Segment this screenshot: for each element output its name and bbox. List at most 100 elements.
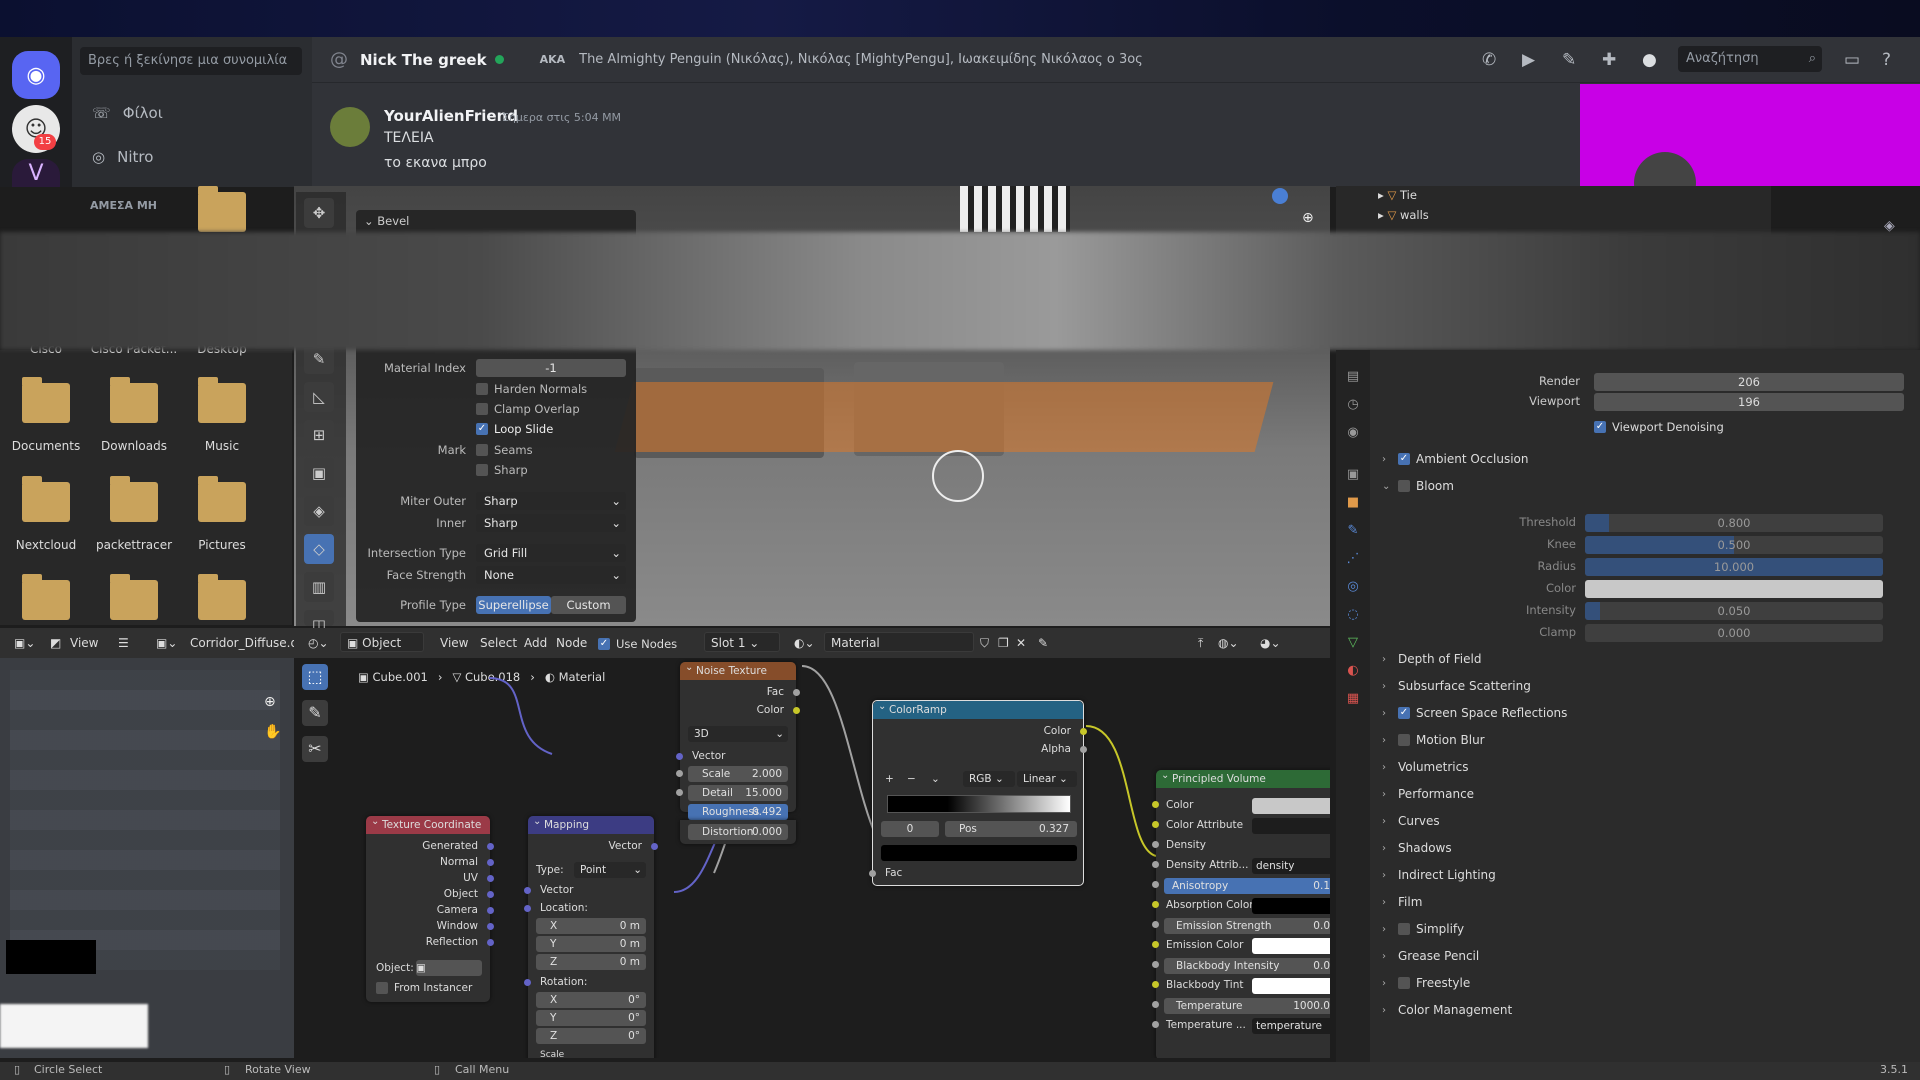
editor-type-icon[interactable]: ◴⌄ — [302, 633, 335, 653]
node-node-menu[interactable]: Node — [550, 633, 593, 653]
output-socket[interactable] — [487, 939, 494, 946]
node-editor-canvas[interactable]: ⬚ ✎ ✂ ▣ Cube.001 › ▽ Cube.018 › ◐ Material… — [294, 658, 1330, 1058]
input-socket[interactable] — [1152, 861, 1159, 868]
outliner-row-tie[interactable]: ▸ ▽ Tie — [1378, 188, 1417, 202]
server-v-icon[interactable]: V — [12, 159, 60, 187]
bevel-panel-title[interactable]: ⌄ Bevel — [364, 214, 409, 228]
constraints-tab-icon[interactable]: ◌ — [1344, 606, 1362, 624]
color-ramp-gradient[interactable] — [887, 795, 1071, 813]
input-socket[interactable] — [869, 870, 876, 877]
folder-icon[interactable] — [110, 574, 158, 620]
uv-view-menu[interactable]: View — [64, 633, 104, 653]
section-checkbox[interactable] — [1398, 734, 1410, 746]
add-stop-icon[interactable]: + — [885, 773, 894, 785]
input-socket[interactable] — [1152, 981, 1159, 988]
loopcut-tool-icon[interactable]: ▥ — [304, 572, 334, 602]
node-header[interactable]: ColorRamp — [873, 698, 1083, 719]
material-index-field[interactable]: -1 — [476, 359, 626, 377]
pan-hand-icon[interactable]: ✋ — [264, 724, 281, 740]
remove-stop-icon[interactable]: − — [907, 773, 916, 785]
volume-value-field[interactable]: Temperature 1000.0 — [1164, 998, 1330, 1014]
noise-texture-node[interactable]: Noise Texture Fac Color 3D ⌄ Vector Scale… — [676, 659, 800, 812]
render-section-grease-pencil[interactable]: › Grease Pencil — [1376, 943, 1914, 969]
location-y-field[interactable]: Y0 m — [536, 936, 646, 952]
miter-outer-dropdown[interactable]: Sharp ⌄ — [476, 492, 626, 510]
output-socket[interactable] — [487, 907, 494, 914]
particles-tab-icon[interactable]: ⋰ — [1344, 550, 1362, 568]
message-author[interactable]: YourAlienFriend — [384, 107, 518, 125]
bloom-field-slider[interactable]: 0.000 — [1585, 624, 1883, 642]
stop-index-field[interactable]: 0 — [881, 821, 939, 837]
physics-tab-icon[interactable]: ◎ — [1344, 578, 1362, 596]
profile-superellipse-button[interactable]: Superellipse — [476, 596, 551, 614]
object-type-dropdown[interactable]: ▣ Object — [340, 632, 424, 652]
node-header[interactable]: Principled Volume — [1156, 767, 1330, 788]
viewport-samples-field[interactable]: 196 — [1594, 393, 1904, 411]
packettracer-folder-icon[interactable] — [110, 476, 158, 522]
material-tab-icon[interactable]: ◐ — [1344, 662, 1362, 680]
render-section-freestyle[interactable]: › Freestyle — [1376, 970, 1914, 996]
location-x-field[interactable]: X0 m — [536, 918, 646, 934]
bloom-field-slider[interactable]: 0.800 — [1585, 514, 1883, 532]
input-socket[interactable] — [524, 887, 531, 894]
section-ambient-occlusion[interactable]: › ✓ Ambient Occlusion — [1376, 446, 1914, 472]
render-samples-field[interactable]: 206 — [1594, 373, 1904, 391]
move-tool-icon[interactable]: ✥ — [304, 198, 334, 228]
help-icon[interactable]: ? — [1882, 50, 1891, 70]
rotation-z-field[interactable]: Z 0° — [536, 1028, 646, 1044]
roughness-field[interactable]: Roughness 0.492 — [688, 804, 788, 820]
bloom-field-slider[interactable]: 10.000 — [1585, 558, 1883, 576]
location-z-field[interactable]: Z0 m — [536, 954, 646, 970]
seams-checkbox[interactable]: Seams — [476, 443, 533, 457]
input-socket[interactable] — [1152, 841, 1159, 848]
inset-tool-icon[interactable]: ◈ — [304, 496, 334, 526]
output-socket[interactable] — [487, 859, 494, 866]
input-socket[interactable] — [676, 753, 683, 760]
profile-custom-button[interactable]: Custom — [551, 596, 626, 614]
input-socket[interactable] — [1152, 1001, 1159, 1008]
pin-icon[interactable]: ✎ — [1562, 50, 1576, 70]
dm-search-input[interactable]: Βρες ή ξεκίνησε μια συνομιλία — [80, 47, 302, 75]
input-socket[interactable] — [1152, 941, 1159, 948]
volume-value-field[interactable] — [1252, 978, 1330, 994]
video-icon[interactable]: ▶ — [1522, 50, 1535, 70]
bloom-field-slider[interactable]: 0.050 — [1585, 602, 1883, 620]
output-socket[interactable] — [651, 843, 658, 850]
input-socket[interactable] — [1152, 961, 1159, 968]
pin-icon[interactable]: ✎ — [1032, 633, 1054, 653]
dimension-dropdown[interactable]: 3D ⌄ — [688, 726, 788, 742]
discord-home-button[interactable]: ◉ — [12, 51, 60, 99]
output-tab-icon[interactable]: ◉ — [1344, 424, 1362, 442]
render-section-depth-of-field[interactable]: › Depth of Field — [1376, 646, 1914, 672]
section-checkbox[interactable] — [1398, 977, 1410, 989]
output-socket[interactable] — [487, 875, 494, 882]
material-browse-icon[interactable]: ◐⌄ — [788, 633, 821, 653]
selected-object-highlight[interactable] — [614, 382, 1274, 452]
volume-value-field[interactable] — [1252, 798, 1330, 814]
folder-icon[interactable] — [198, 574, 246, 620]
outliner-row-walls[interactable]: ▸ ▽ walls — [1378, 208, 1429, 222]
volume-value-field[interactable]: Blackbody Intensity 0.0 — [1164, 958, 1330, 974]
render-section-simplify[interactable]: › Simplify — [1376, 916, 1914, 942]
node-view-menu[interactable]: View — [434, 633, 474, 653]
harden-normals-checkbox[interactable]: Harden Normals — [476, 382, 587, 396]
section-checkbox[interactable]: ✓ — [1398, 707, 1410, 719]
navigation-gizmo[interactable] — [1272, 188, 1288, 204]
bevel-tool-icon[interactable]: ◇ — [304, 534, 334, 564]
snap-icon[interactable]: ◍⌄ — [1212, 633, 1245, 653]
folder-icon[interactable] — [198, 186, 246, 232]
output-socket[interactable] — [487, 923, 494, 930]
viewport-denoising-checkbox[interactable]: ✓ Viewport Denoising — [1594, 420, 1724, 434]
from-instancer-checkbox[interactable]: From Instancer — [376, 982, 472, 994]
profile-icon[interactable]: ● — [1642, 50, 1657, 70]
hamburger-menu-icon[interactable]: ☰ — [112, 633, 135, 653]
loop-slide-checkbox[interactable]: ✓ Loop Slide — [476, 422, 553, 436]
colorramp-node[interactable]: ColorRamp Color Alpha + − ⌄ RGB ⌄ Linear… — [869, 698, 1087, 886]
chevron-down-icon[interactable]: ⌄ — [931, 773, 940, 785]
output-socket[interactable] — [793, 689, 800, 696]
input-socket[interactable] — [1152, 1021, 1159, 1028]
call-icon[interactable]: ✆ — [1482, 50, 1496, 70]
input-socket[interactable] — [524, 905, 531, 912]
nextcloud-folder-icon[interactable] — [22, 476, 70, 522]
add-friend-icon[interactable]: ✚ — [1602, 50, 1616, 70]
